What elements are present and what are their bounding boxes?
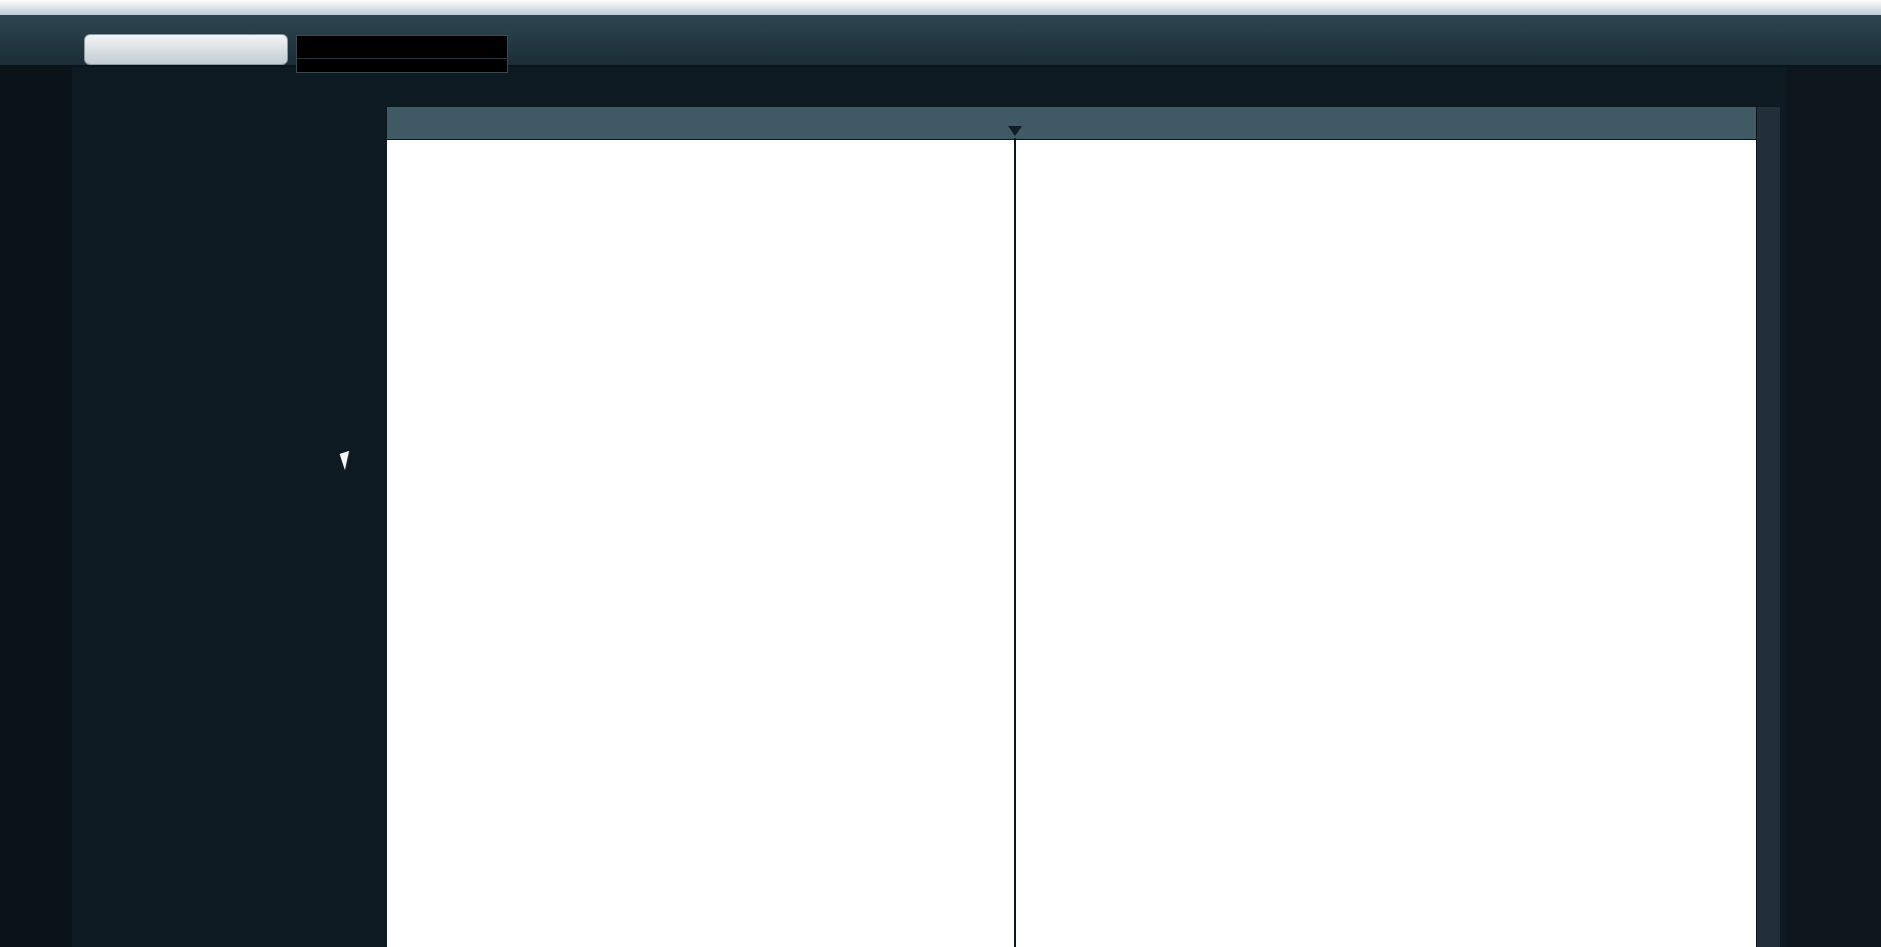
selection-row bbox=[297, 58, 509, 74]
playhead-line[interactable] bbox=[1014, 138, 1016, 947]
reaper-daw-window bbox=[0, 0, 1881, 947]
timeline-ruler[interactable] bbox=[387, 107, 1756, 140]
arrange-view[interactable] bbox=[387, 140, 1756, 947]
left-docker bbox=[0, 66, 72, 947]
vertical-scrollbar[interactable] bbox=[1756, 107, 1780, 947]
transport-controls bbox=[84, 34, 288, 65]
playhead-marker-icon[interactable] bbox=[1008, 126, 1022, 136]
transport-display[interactable] bbox=[296, 35, 509, 74]
track-control-panel bbox=[72, 66, 387, 947]
menubar bbox=[0, 0, 1881, 15]
main-toolbar bbox=[0, 15, 1881, 73]
right-docker bbox=[1786, 66, 1881, 947]
